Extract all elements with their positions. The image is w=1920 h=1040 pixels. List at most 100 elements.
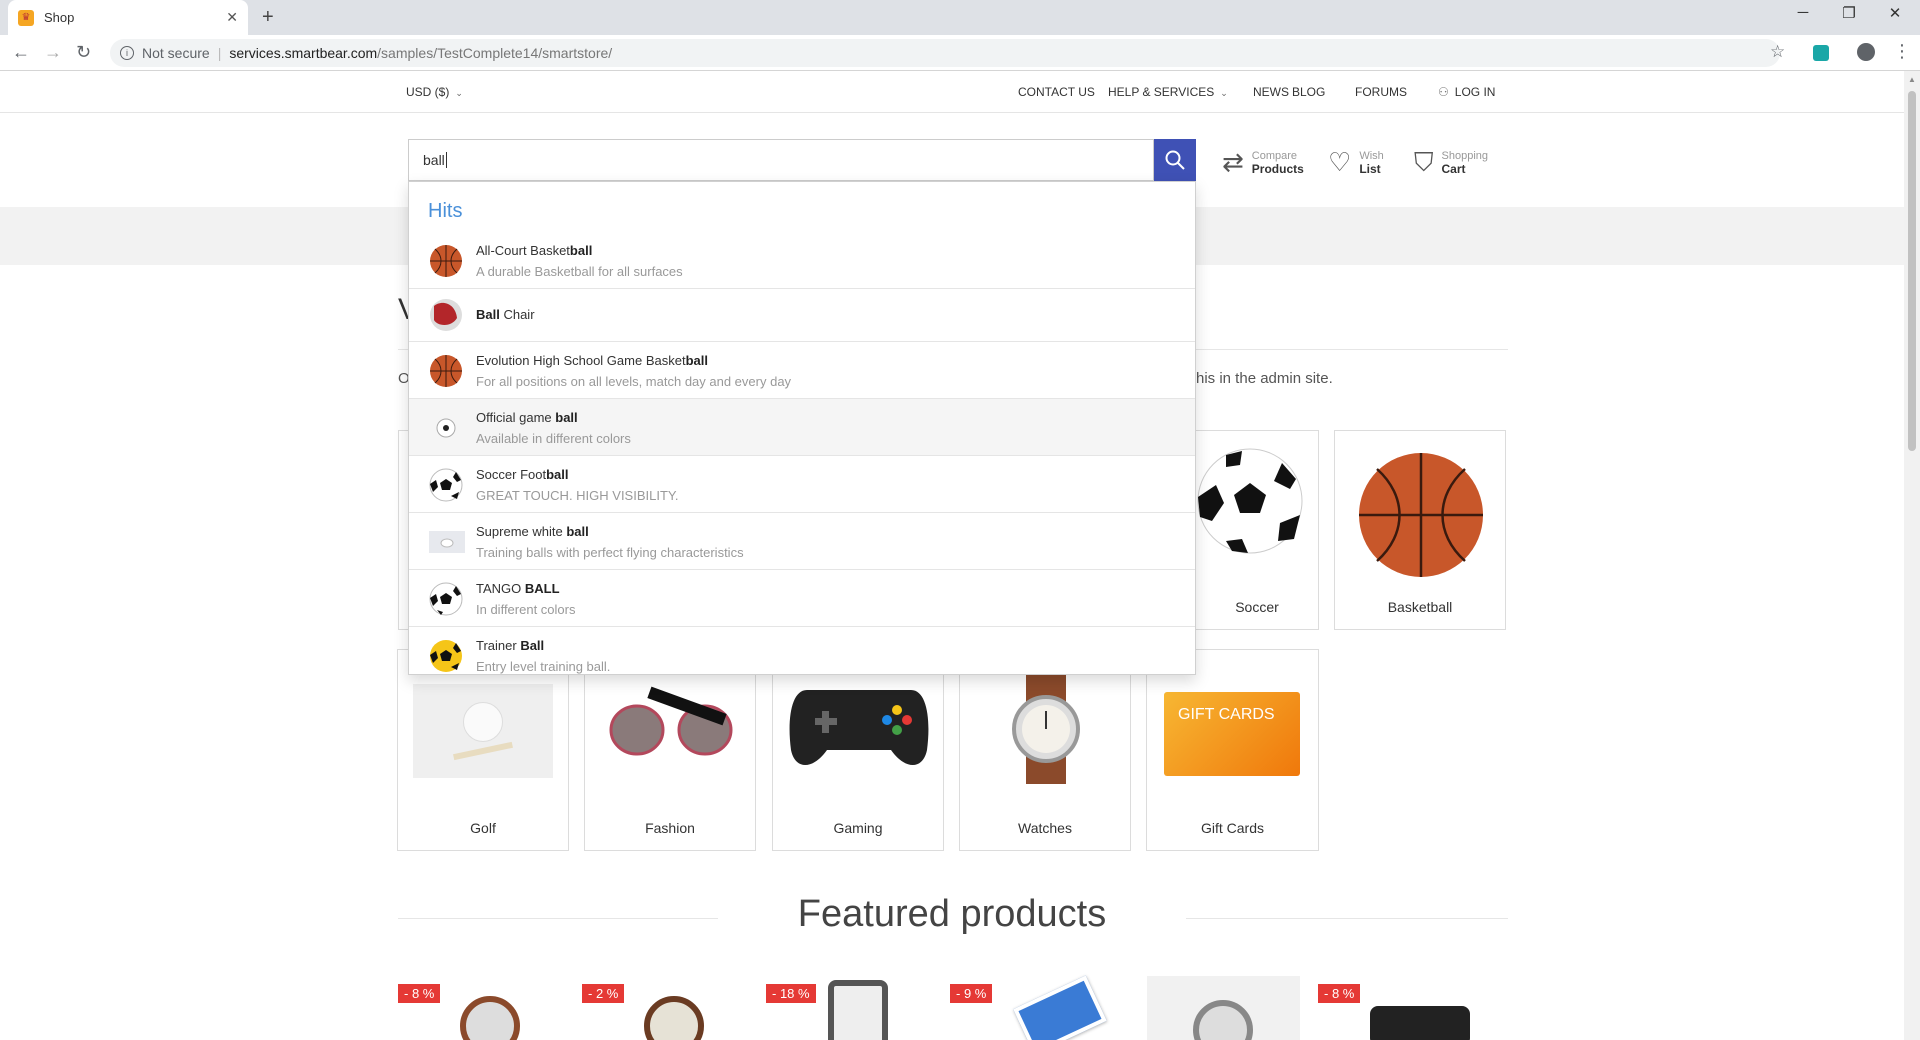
basketball-thumb: [430, 355, 462, 387]
close-window-icon[interactable]: ✕: [1872, 4, 1918, 22]
url-host: services.smartbear.com: [229, 45, 378, 61]
forward-icon[interactable]: →: [44, 42, 62, 63]
extension-icon[interactable]: [1813, 45, 1829, 61]
search-value: ball: [423, 152, 445, 168]
browser-tabstrip: ♛ Shop ✕ + ─ ❐ ✕: [0, 0, 1920, 35]
golf-tee: [453, 741, 513, 761]
currency-label: USD ($): [406, 85, 450, 99]
contact-link[interactable]: CONTACT US: [1018, 85, 1095, 99]
search-suggestions-dropdown: Hits All-Court Basketball A durable Bask…: [408, 181, 1196, 675]
basketball-image: [1359, 453, 1483, 577]
search-input[interactable]: ball: [408, 139, 1154, 181]
shop-topbar: USD ($) ⌄ CONTACT US HELP & SERVICES ⌄ NEW…: [0, 71, 1904, 113]
chevron-down-icon: ⌄: [455, 88, 463, 98]
gift-card-image: GIFT CARDS: [1164, 692, 1300, 776]
currency-selector[interactable]: USD ($) ⌄: [406, 85, 463, 99]
suggestion-item[interactable]: Official game ball Available in differen…: [409, 399, 1195, 456]
restore-icon[interactable]: ❐: [1826, 4, 1872, 22]
discount-badge: - 9 %: [950, 984, 993, 1003]
scroll-up-icon[interactable]: ▲: [1908, 75, 1916, 84]
shop-favicon-icon: ♛: [18, 9, 34, 26]
info-icon[interactable]: i: [120, 46, 134, 60]
category-label: Gift Cards: [1200, 820, 1264, 836]
category-tile-soccer[interactable]: Soccer: [1195, 430, 1319, 630]
forums-link[interactable]: FORUMS: [1355, 85, 1407, 99]
login-label: LOG IN: [1454, 85, 1496, 99]
scrollbar-thumb[interactable]: [1908, 91, 1916, 451]
tab-title: Shop: [44, 10, 75, 25]
discount-badge: - 18 %: [766, 984, 816, 1003]
shopping-bag-icon: ⛉: [1414, 147, 1434, 177]
category-label: Golf: [470, 820, 496, 836]
login-link[interactable]: ⚇ LOG IN: [1438, 85, 1495, 99]
watch-photo: [460, 996, 520, 1040]
suggestion-name: Ball Chair: [476, 307, 535, 322]
category-tile-basketball[interactable]: Basketball: [1334, 430, 1506, 630]
suggestion-item[interactable]: Soccer Football GREAT TOUCH. HIGH VISIBI…: [409, 456, 1195, 513]
hits-heading: Hits: [428, 200, 463, 222]
suggestion-item[interactable]: All-Court Basketball A durable Basketbal…: [409, 232, 1195, 289]
info-text-end: his in the admin site.: [1196, 370, 1333, 387]
product-image-4[interactable]: [1000, 975, 1107, 1040]
suggestion-name: TANGO BALL: [476, 581, 560, 596]
suggestion-name: Trainer Ball: [476, 638, 545, 653]
chevron-down-icon: ⌄: [1220, 88, 1228, 98]
suggestion-description: Available in different colors: [476, 431, 631, 446]
suggestion-description: Training balls with perfect flying chara…: [476, 545, 744, 560]
suggestion-item[interactable]: Evolution High School Game Basketball Fo…: [409, 342, 1195, 399]
wishlist-link[interactable]: ♡ Wish List: [1328, 147, 1384, 178]
sunglasses-image: [609, 686, 733, 756]
watch-photo: [644, 996, 704, 1040]
reload-icon[interactable]: ↻: [76, 42, 91, 63]
category-label: Fashion: [645, 820, 695, 836]
back-icon[interactable]: ←: [12, 42, 30, 63]
browser-menu-icon[interactable]: ⋮: [1893, 41, 1911, 62]
compare-big-label: Products: [1251, 161, 1304, 176]
browser-tab[interactable]: ♛ Shop ✕: [8, 0, 248, 35]
yellow-ball-thumb: [430, 640, 462, 672]
minimize-icon[interactable]: ─: [1780, 4, 1826, 21]
discount-badge: - 8 %: [1318, 984, 1361, 1003]
discount-badge: - 2 %: [582, 984, 625, 1003]
suggestion-name: Official game ball: [476, 410, 578, 425]
search-button[interactable]: [1154, 139, 1196, 181]
suggestion-name: Evolution High School Game Basketball: [476, 353, 708, 368]
browser-toolbar: ← → ↻ i Not secure | services.smartbear.…: [0, 35, 1920, 71]
product-image-5[interactable]: [1147, 976, 1300, 1040]
help-services-menu[interactable]: HELP & SERVICES ⌄: [1108, 85, 1228, 99]
new-tab-button[interactable]: +: [262, 6, 274, 29]
basketball-thumb: [430, 245, 462, 277]
user-icon: ⚇: [1438, 85, 1449, 99]
photo-stack: [1013, 975, 1107, 1040]
product-image-1[interactable]: [440, 976, 540, 1040]
compare-products-link[interactable]: ⇄ Compare Products: [1222, 147, 1304, 178]
profile-avatar-icon[interactable]: [1857, 43, 1875, 61]
product-image-6[interactable]: [1360, 976, 1480, 1040]
news-link[interactable]: NEWS: [1253, 85, 1289, 99]
text-cursor: [445, 152, 447, 168]
address-bar[interactable]: i Not secure | services.smartbear.com/sa…: [110, 39, 1780, 67]
blog-link[interactable]: BLOG: [1292, 85, 1325, 99]
suggestion-name: Soccer Football: [476, 467, 569, 482]
page-viewport: USD ($) ⌄ CONTACT US HELP & SERVICES ⌄ NEW…: [0, 71, 1904, 1040]
url-separator: |: [217, 45, 222, 61]
page-scrollbar[interactable]: ▲: [1904, 71, 1920, 1040]
product-image-3[interactable]: [808, 976, 908, 1040]
soccer-ball-thumb: [429, 468, 463, 502]
heart-icon: ♡: [1328, 147, 1352, 177]
bookmark-star-icon[interactable]: ☆: [1770, 42, 1785, 62]
suggestion-item[interactable]: Trainer Ball Entry level training ball.: [409, 627, 1195, 684]
tab-close-icon[interactable]: ✕: [226, 9, 238, 26]
suggestion-item[interactable]: Supreme white ball Training balls with p…: [409, 513, 1195, 570]
not-secure-label: Not secure: [142, 45, 210, 61]
wish-big-label: List: [1359, 161, 1381, 176]
product-image-2[interactable]: [624, 976, 724, 1040]
watch-photo: [828, 980, 888, 1040]
watch-image: [1012, 674, 1080, 784]
shopping-cart-link[interactable]: ⛉ Shopping Cart: [1414, 147, 1488, 179]
suggestion-item[interactable]: TANGO BALL In different colors: [409, 570, 1195, 627]
golf-image: [413, 684, 553, 778]
suggestion-description: A durable Basketball for all surfaces: [476, 264, 683, 279]
suggestion-item[interactable]: Ball Chair: [409, 289, 1195, 342]
soccer-ball-thumb: [429, 582, 463, 616]
